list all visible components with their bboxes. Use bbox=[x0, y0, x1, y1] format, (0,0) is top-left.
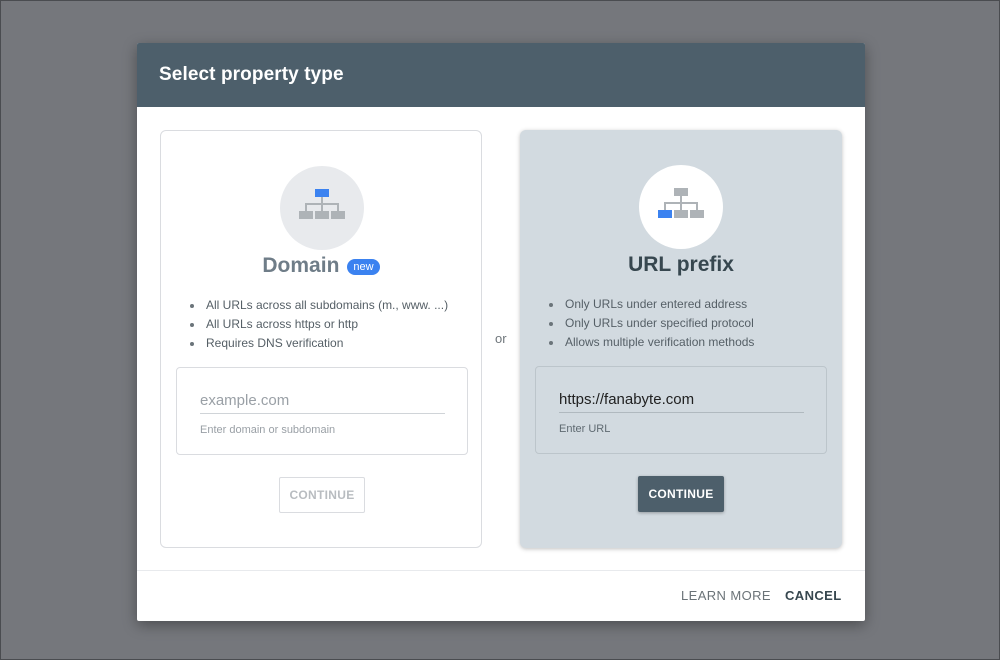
dialog-title: Select property type bbox=[159, 64, 344, 85]
dialog-header: Select property type bbox=[137, 43, 865, 107]
domain-feature-list: All URLs across all subdomains (m., www.… bbox=[190, 296, 448, 353]
domain-sitemap-icon bbox=[280, 166, 364, 250]
domain-feature-item: All URLs across https or http bbox=[190, 315, 448, 334]
url-title-row: URL prefix bbox=[520, 253, 842, 277]
domain-card[interactable]: Domain new All URLs across all subdomain… bbox=[160, 130, 482, 548]
cancel-button[interactable]: CANCEL bbox=[785, 588, 842, 603]
domain-input[interactable] bbox=[200, 392, 445, 414]
sitemap-icon bbox=[658, 188, 704, 218]
domain-input-box: Enter domain or subdomain bbox=[176, 367, 468, 455]
url-feature-list: Only URLs under entered address Only URL… bbox=[549, 295, 754, 352]
footer-divider bbox=[137, 570, 865, 571]
domain-continue-button[interactable]: CONTINUE bbox=[279, 477, 365, 513]
url-input-hint: Enter URL bbox=[559, 423, 611, 435]
learn-more-button[interactable]: LEARN MORE bbox=[681, 588, 771, 603]
url-feature-item: Only URLs under entered address bbox=[549, 295, 754, 314]
domain-input-hint: Enter domain or subdomain bbox=[200, 424, 336, 436]
url-prefix-card[interactable]: URL prefix Only URLs under entered addre… bbox=[520, 130, 842, 548]
property-type-dialog: Select property type Domain new All URLs… bbox=[137, 43, 865, 621]
domain-title: Domain bbox=[262, 254, 340, 277]
url-feature-item: Only URLs under specified protocol bbox=[549, 314, 754, 333]
url-sitemap-icon bbox=[639, 165, 723, 249]
new-badge: new bbox=[347, 259, 380, 275]
url-continue-button[interactable]: CONTINUE bbox=[638, 476, 724, 512]
domain-feature-item: All URLs across all subdomains (m., www.… bbox=[190, 296, 448, 315]
url-input-box: Enter URL bbox=[535, 366, 827, 454]
domain-feature-item: Requires DNS verification bbox=[190, 334, 448, 353]
domain-title-row: Domain new bbox=[161, 254, 481, 278]
sitemap-icon bbox=[299, 189, 345, 219]
url-input[interactable] bbox=[559, 391, 804, 413]
url-prefix-title: URL prefix bbox=[628, 253, 734, 276]
or-separator: or bbox=[495, 331, 507, 346]
url-feature-item: Allows multiple verification methods bbox=[549, 333, 754, 352]
